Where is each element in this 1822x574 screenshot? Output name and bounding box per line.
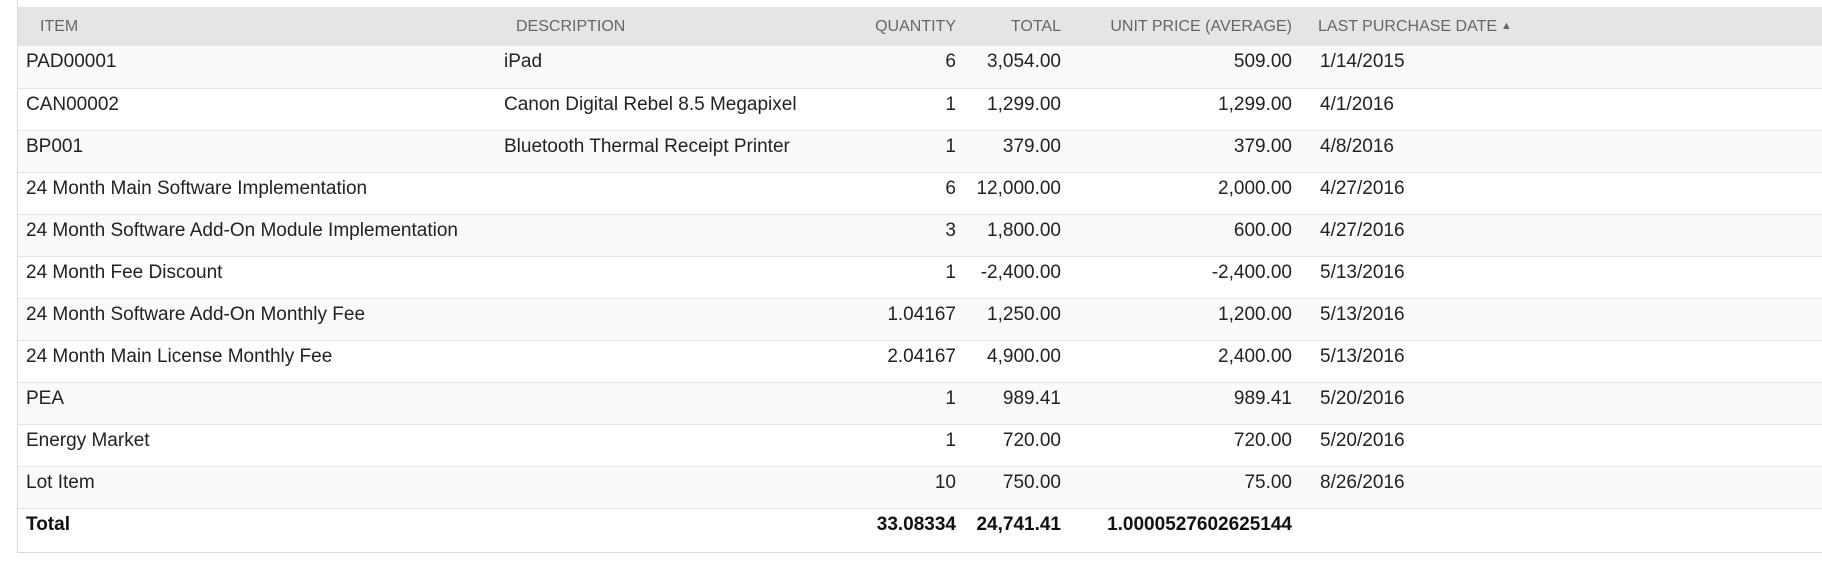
cell-item: CAN00002	[26, 93, 119, 115]
cell-item: 24 Month Software Add-On Module Implemen…	[26, 219, 458, 241]
column-header-item[interactable]: ITEM	[18, 7, 504, 46]
cell-total: -2,400.00	[980, 261, 1061, 283]
cell-total: 3,054.00	[987, 51, 1061, 72]
cell-unit-price: 720.00	[1233, 429, 1292, 451]
cell-unit-price: 509.00	[1233, 51, 1292, 72]
cell-unit-price: 75.00	[1244, 471, 1292, 493]
cell-last-purchase-date: 5/20/2016	[1320, 429, 1405, 451]
totals-row: Total 33.08334 24,741.41 1.0000527602625144	[18, 508, 1822, 550]
table-header-row: ITEM DESCRIPTION QUANTITY TOTAL UNIT PRI…	[18, 7, 1822, 46]
cell-unit-price: 989.41	[1233, 387, 1292, 409]
table-body: PAD00001 iPad 6 3,054.00 509.00 1/14/2015 CAN0…	[18, 46, 1822, 550]
totals-date-empty	[1306, 508, 1822, 550]
cell-unit-price: 2,000.00	[1218, 177, 1292, 199]
table-row[interactable]: 24 Month Fee Discount 1 -2,400.00 -2,400.00…	[18, 256, 1822, 298]
cell-quantity: 3	[945, 219, 956, 241]
cell-last-purchase-date: 4/1/2016	[1320, 93, 1394, 115]
cell-unit-price: -2,400.00	[1211, 261, 1292, 283]
cell-item: 24 Month Main Software Implementation	[26, 177, 368, 199]
cell-unit-price: 2,400.00	[1218, 345, 1292, 367]
cell-unit-price: 379.00	[1233, 135, 1292, 157]
cell-item: 24 Month Main License Monthly Fee	[26, 345, 333, 367]
totals-total: 24,741.41	[976, 513, 1061, 535]
cell-quantity: 1	[945, 429, 956, 451]
cell-description	[504, 172, 856, 214]
column-header-unit-price[interactable]: UNIT PRICE (AVERAGE)	[1063, 7, 1306, 46]
cell-total: 720.00	[1002, 429, 1061, 451]
table-row[interactable]: 24 Month Software Add-On Module Implemen…	[18, 214, 1822, 256]
cell-description	[504, 256, 856, 298]
cell-description	[504, 340, 856, 382]
table-row[interactable]: 24 Month Main License Monthly Fee 2.04167…	[18, 340, 1822, 382]
cell-total: 989.41	[1002, 387, 1061, 409]
cell-total: 750.00	[1002, 471, 1061, 493]
cell-last-purchase-date: 1/14/2015	[1320, 51, 1405, 72]
cell-item: BP001	[26, 135, 84, 157]
cell-description: Bluetooth Thermal Receipt Printer	[504, 135, 790, 157]
cell-item: Lot Item	[26, 471, 95, 493]
cell-quantity: 1	[945, 135, 956, 157]
cell-last-purchase-date: 5/13/2016	[1320, 345, 1405, 367]
cell-last-purchase-date: 4/27/2016	[1320, 177, 1405, 199]
cell-description	[504, 298, 856, 340]
cell-last-purchase-date: 5/20/2016	[1320, 387, 1405, 409]
cell-quantity: 1	[945, 261, 956, 283]
cell-total: 1,250.00	[987, 303, 1061, 325]
purchase-history-table: ITEM DESCRIPTION QUANTITY TOTAL UNIT PRI…	[18, 7, 1822, 550]
cell-quantity: 10	[934, 471, 956, 493]
cell-item: PEA	[26, 387, 65, 409]
cell-total: 1,299.00	[987, 93, 1061, 115]
cell-description	[504, 214, 856, 256]
cell-quantity: 2.04167	[887, 345, 956, 367]
cell-last-purchase-date: 4/8/2016	[1320, 135, 1394, 157]
cell-description: Canon Digital Rebel 8.5 Megapixel	[504, 93, 797, 115]
cell-last-purchase-date: 5/13/2016	[1320, 261, 1405, 283]
cell-quantity: 6	[945, 177, 956, 199]
column-header-quantity[interactable]: QUANTITY	[856, 7, 956, 46]
cell-description	[504, 382, 856, 424]
cell-description	[504, 424, 856, 466]
cell-quantity: 6	[945, 51, 956, 72]
cell-unit-price: 1,200.00	[1218, 303, 1292, 325]
sort-ascending-icon: ▲	[1501, 19, 1512, 32]
table-row[interactable]: Lot Item 10 750.00 75.00 8/26/2016	[18, 466, 1822, 508]
cell-last-purchase-date: 5/13/2016	[1320, 303, 1405, 325]
table-row[interactable]: CAN00002 Canon Digital Rebel 8.5 Megapixe…	[18, 88, 1822, 130]
table-row[interactable]: BP001 Bluetooth Thermal Receipt Printer 1 3…	[18, 130, 1822, 172]
table-row[interactable]: PAD00001 iPad 6 3,054.00 509.00 1/14/2015	[18, 46, 1822, 88]
totals-unit-price: 1.0000527602625144	[1107, 513, 1292, 535]
table-row[interactable]: 24 Month Software Add-On Monthly Fee 1.04…	[18, 298, 1822, 340]
cell-quantity: 1	[945, 387, 956, 409]
table-row[interactable]: Energy Market 1 720.00 720.00 5/20/2016	[18, 424, 1822, 466]
cell-item: PAD00001	[26, 51, 117, 72]
cell-total: 1,800.00	[987, 219, 1061, 241]
cell-quantity: 1	[945, 93, 956, 115]
column-header-description[interactable]: DESCRIPTION	[504, 7, 856, 46]
cell-item: Energy Market	[26, 429, 150, 451]
cell-total: 379.00	[1002, 135, 1061, 157]
cell-last-purchase-date: 4/27/2016	[1320, 219, 1405, 241]
cell-description: iPad	[504, 51, 543, 72]
table-row[interactable]: PEA 1 989.41 989.41 5/20/2016	[18, 382, 1822, 424]
cell-item: 24 Month Software Add-On Monthly Fee	[26, 303, 366, 325]
column-header-last-purchase-date[interactable]: LAST PURCHASE DATE ▲	[1306, 7, 1822, 46]
totals-label: Total	[26, 513, 70, 535]
cell-unit-price: 600.00	[1233, 219, 1292, 241]
totals-quantity: 33.08334	[876, 513, 956, 535]
cell-unit-price: 1,299.00	[1218, 93, 1292, 115]
column-header-total[interactable]: TOTAL	[956, 7, 1063, 46]
cell-quantity: 1.04167	[887, 303, 956, 325]
cell-description	[504, 466, 856, 508]
cell-item: 24 Month Fee Discount	[26, 261, 223, 283]
cell-last-purchase-date: 8/26/2016	[1320, 471, 1405, 493]
cell-total: 12,000.00	[976, 177, 1061, 199]
totals-description-empty	[504, 508, 856, 550]
cell-total: 4,900.00	[987, 345, 1061, 367]
table-row[interactable]: 24 Month Main Software Implementation 6 12…	[18, 172, 1822, 214]
